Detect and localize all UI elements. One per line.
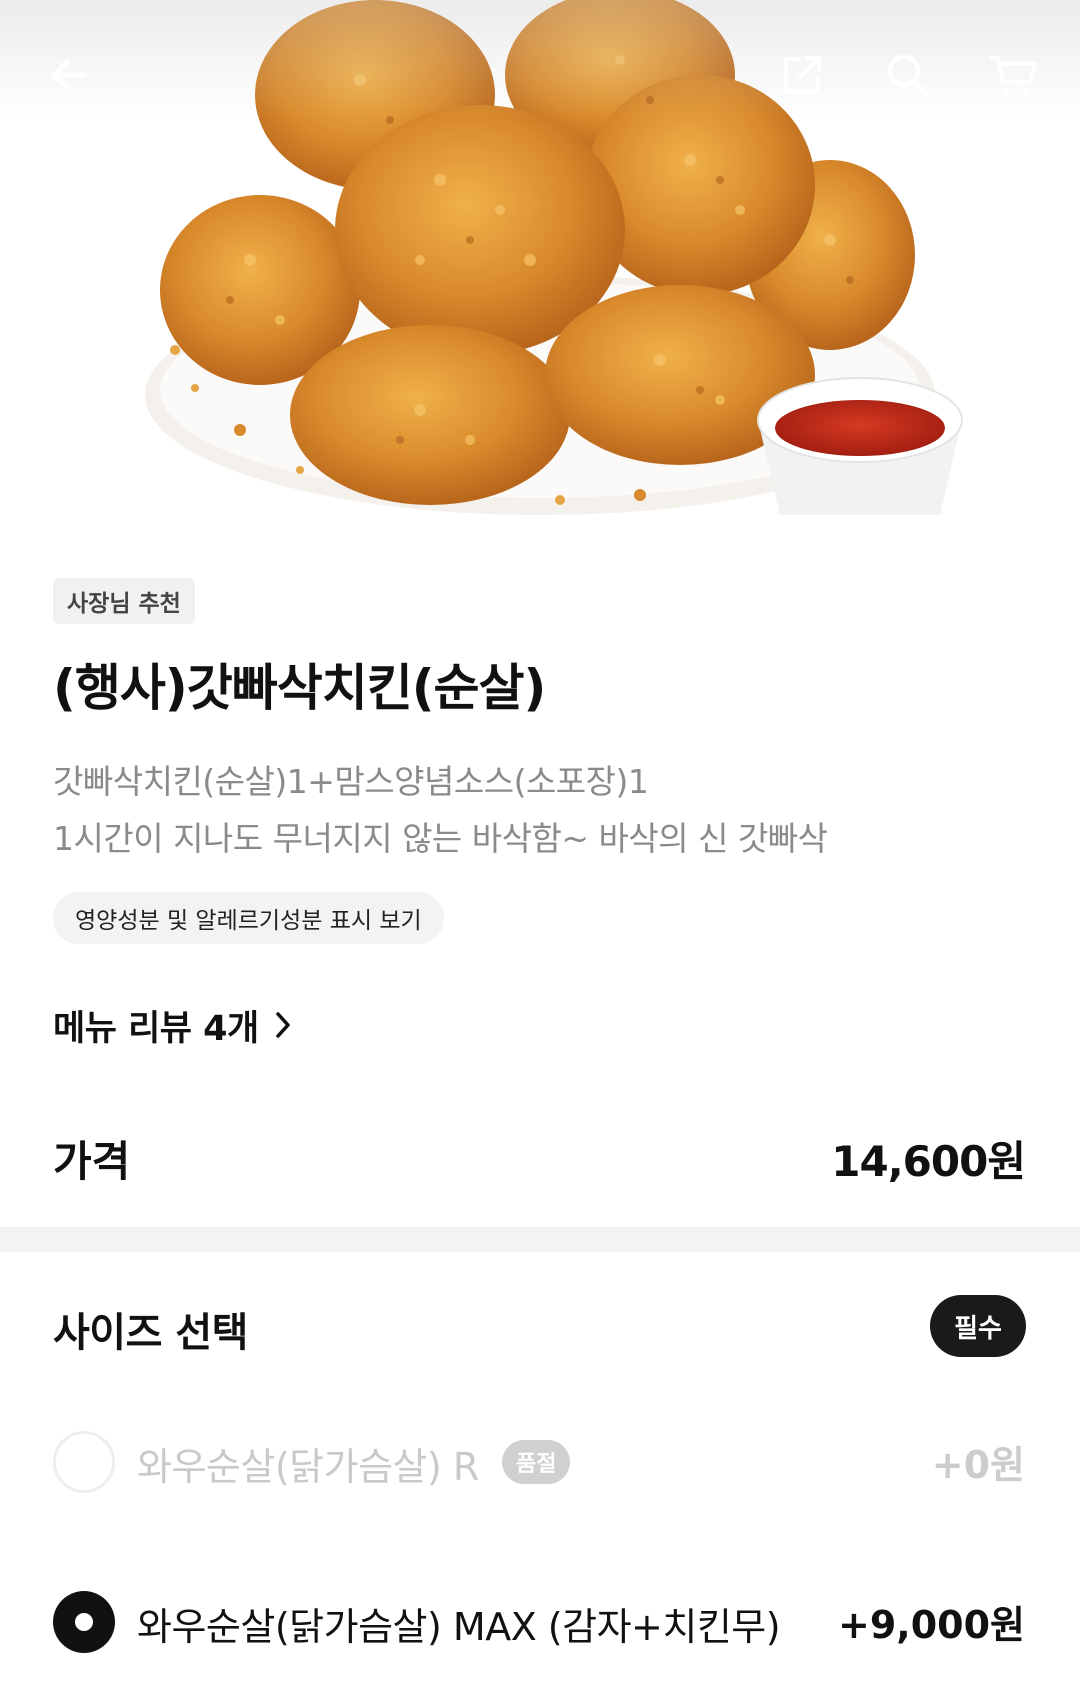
cart-icon xyxy=(989,56,1037,96)
required-badge: 필수 xyxy=(930,1295,1026,1357)
size-option-price: +0원 xyxy=(931,1443,1025,1487)
sold-out-badge: 품절 xyxy=(502,1440,571,1484)
arrow-left-icon xyxy=(51,59,86,91)
share-button[interactable] xyxy=(767,40,837,110)
menu-review-label: 메뉴 리뷰 4개 xyxy=(53,1008,259,1049)
chevron-right-icon xyxy=(273,1010,293,1040)
cart-button[interactable] xyxy=(979,40,1049,110)
owner-recommend-badge: 사장님 추천 xyxy=(53,578,195,624)
search-icon xyxy=(887,54,929,96)
radio-dot xyxy=(75,1613,93,1631)
nutrition-allergy-button[interactable]: 영양성분 및 알레르기성분 표시 보기 xyxy=(53,892,444,944)
size-option-label: 와우순살(닭가슴살) R xyxy=(137,1445,479,1489)
back-button[interactable] xyxy=(35,40,105,110)
size-option-price: +9,000원 xyxy=(838,1603,1025,1647)
product-title: (행사)갓빠삭치킨(순살) xyxy=(53,659,546,717)
price-label: 가격 xyxy=(53,1137,131,1186)
product-image xyxy=(0,0,1080,525)
size-option-label: 와우순살(닭가슴살) MAX (감자+치킨무) xyxy=(137,1605,781,1649)
size-section-title: 사이즈 선택 xyxy=(53,1310,248,1356)
section-divider xyxy=(0,1227,1080,1252)
product-description-line1: 갓빠삭치킨(순살)1+맘스양념소스(소포장)1 xyxy=(53,762,649,801)
search-button[interactable] xyxy=(873,40,943,110)
menu-review-link[interactable]: 메뉴 리뷰 4개 xyxy=(53,1000,293,1050)
product-detail-page: 사장님 추천 (행사)갓빠삭치킨(순살) 갓빠삭치킨(순살)1+맘스양념소스(소… xyxy=(0,0,1080,1698)
size-option-max[interactable]: 와우순살(닭가슴살) MAX (감자+치킨무) +9,000원 xyxy=(0,1580,1080,1660)
size-option-regular[interactable]: 와우순살(닭가슴살) R 품절 +0원 xyxy=(0,1420,1080,1500)
price-value: 14,600원 xyxy=(831,1137,1026,1186)
radio-button-unchecked[interactable] xyxy=(53,1431,115,1493)
radio-button-checked[interactable] xyxy=(53,1591,115,1653)
share-icon xyxy=(784,56,821,93)
product-description-line2: 1시간이 지나도 무너지지 않는 바삭함~ 바삭의 신 갓빠삭 xyxy=(53,819,828,858)
